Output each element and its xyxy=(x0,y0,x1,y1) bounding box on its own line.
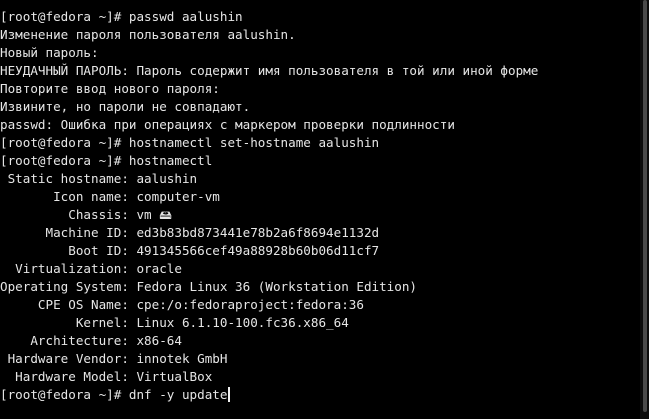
active-prompt-line[interactable]: [root@fedora ~]# dnf -y update xyxy=(0,386,639,404)
hostnamectl-architecture: Architecture: x86-64 xyxy=(0,333,182,348)
scrollbar-track[interactable] xyxy=(640,0,649,419)
hostnamectl-kernel: Kernel: Linux 6.1.10-100.fc36.x86_64 xyxy=(0,315,349,330)
terminal-window[interactable]: [root@fedora ~]# passwd aalushin Изменен… xyxy=(0,0,649,419)
scrollbar-thumb[interactable] xyxy=(643,0,647,412)
hostnamectl-operating-system: Operating System: Fedora Linux 36 (Works… xyxy=(0,279,418,294)
output-line: НЕУДАЧНЫЙ ПАРОЛЬ: Пароль содержит имя по… xyxy=(0,63,539,78)
hostnamectl-machine-id: Machine ID: ed3b83bd873441e78b2a6f8694e1… xyxy=(0,225,380,240)
hostnamectl-virtualization: Virtualization: oracle xyxy=(0,261,182,276)
output-line: Повторите ввод нового пароля: xyxy=(0,81,220,96)
hostnamectl-icon-name: Icon name: computer-vm xyxy=(0,189,220,204)
command-line-set-hostname: [root@fedora ~]# hostnamectl set-hostnam… xyxy=(0,135,380,150)
hostnamectl-hardware-model: Hardware Model: VirtualBox xyxy=(0,369,213,384)
output-line: passwd: Ошибка при операциях с маркером … xyxy=(0,117,455,132)
hostnamectl-cpe-os-name: CPE OS Name: cpe:/o:fedoraproject:fedora… xyxy=(0,297,364,312)
hostnamectl-hardware-vendor: Hardware Vendor: innotek GmbH xyxy=(0,351,228,366)
output-line: Изменение пароля пользователя aalushin. xyxy=(0,27,296,42)
hostnamectl-static-hostname: Static hostname: aalushin xyxy=(0,171,198,186)
output-line: Извините, но пароли не совпадают. xyxy=(0,99,251,114)
terminal-output: [root@fedora ~]# passwd aalushin Изменен… xyxy=(0,8,639,404)
output-line: Новый пароль: xyxy=(0,45,99,60)
hostnamectl-boot-id: Boot ID: 491345566cef49a88928b60b06d11cf… xyxy=(0,243,380,258)
text-cursor xyxy=(228,387,231,402)
command-line-hostnamectl: [root@fedora ~]# hostnamectl xyxy=(0,153,213,168)
prompt-input-text[interactable]: [root@fedora ~]# dnf -y update xyxy=(0,387,227,402)
command-line-passwd: [root@fedora ~]# passwd aalushin xyxy=(0,9,243,24)
hostnamectl-chassis: Chassis: vm 🖴 xyxy=(0,207,172,222)
